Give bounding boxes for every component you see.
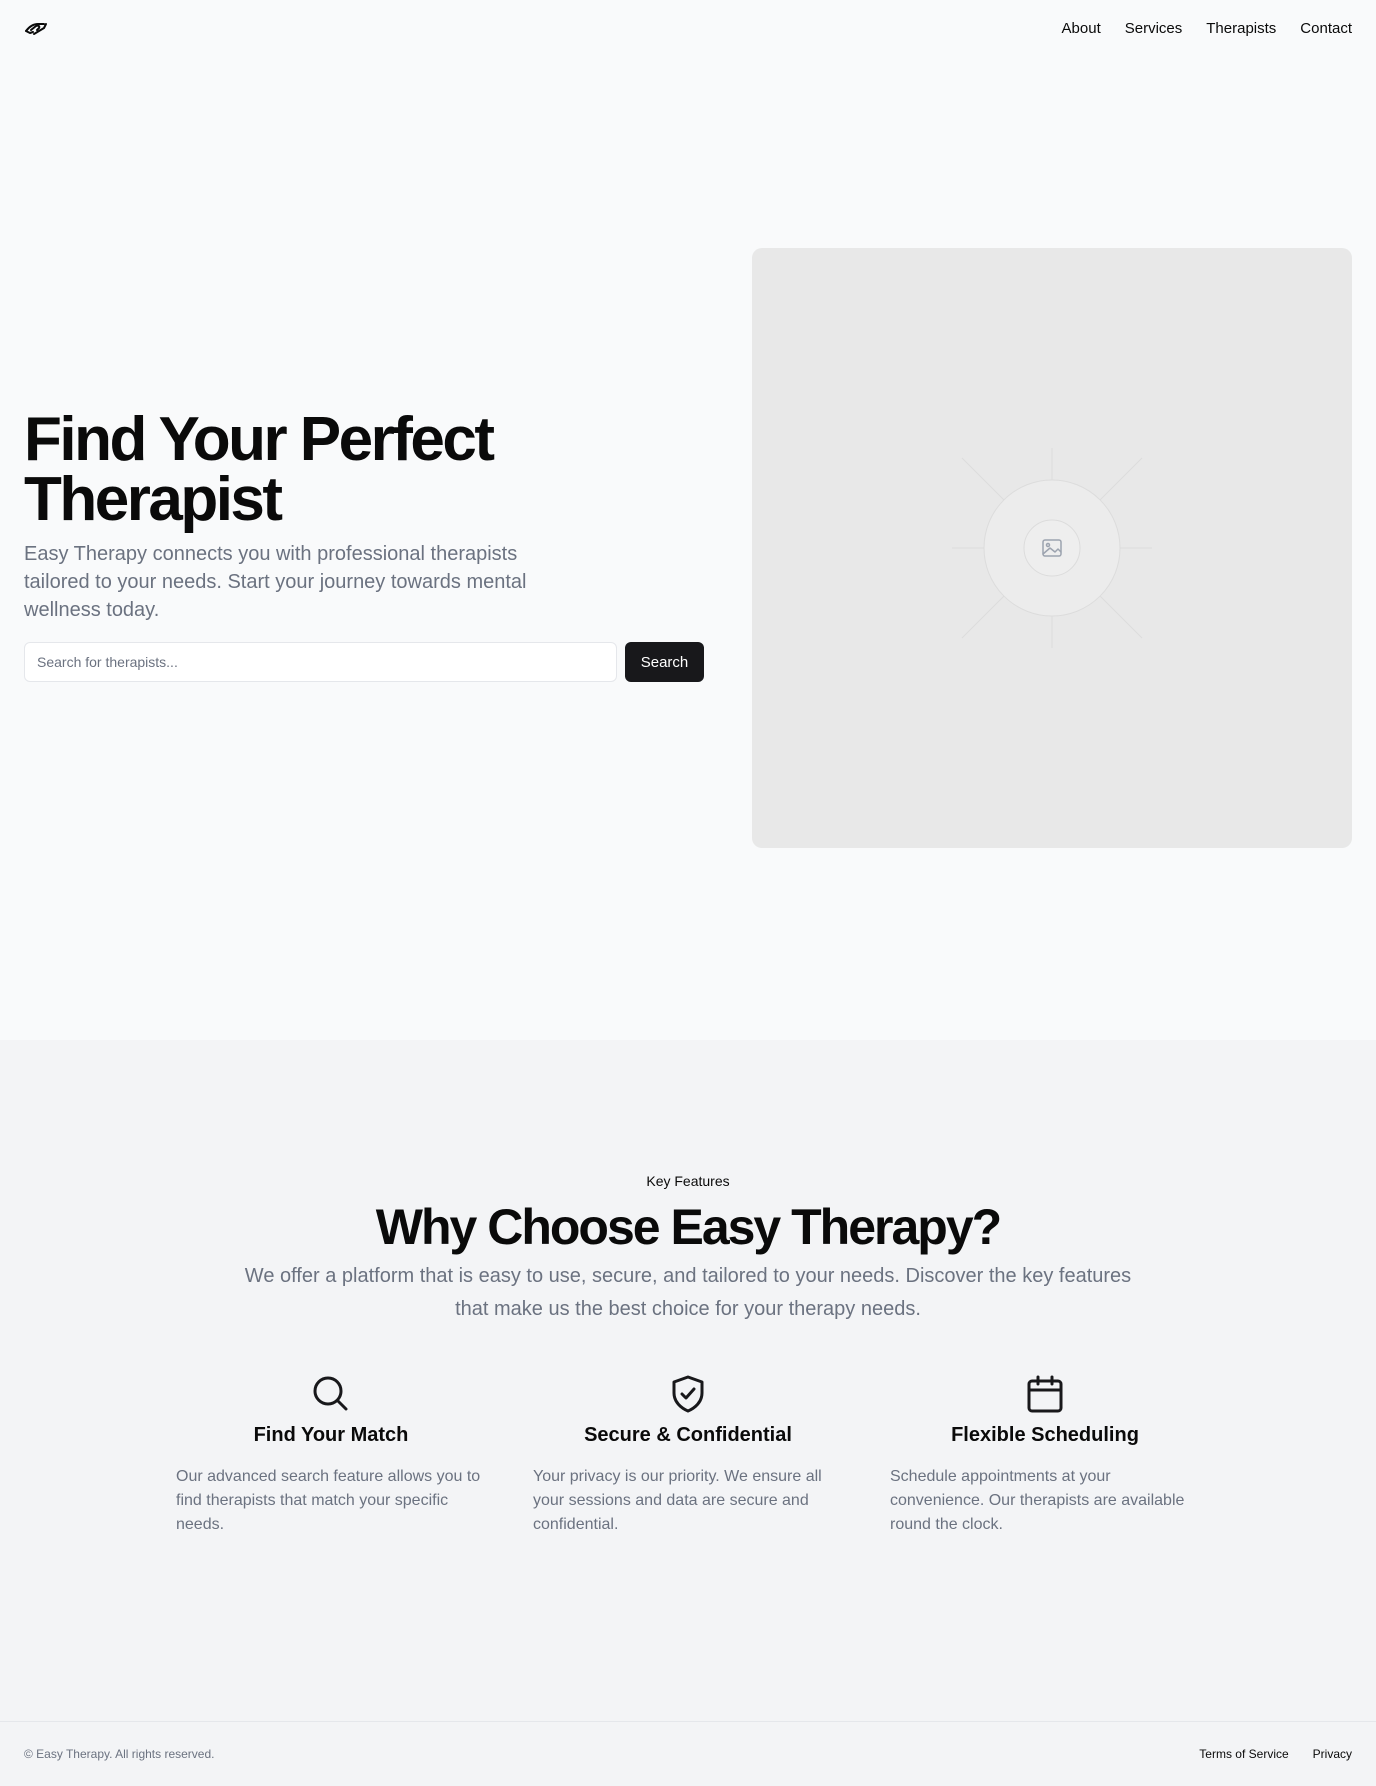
shield-check-icon bbox=[672, 1375, 704, 1413]
footer-nav: Terms of Service Privacy bbox=[1199, 1747, 1352, 1761]
copyright-text: © Easy Therapy. All rights reserved. bbox=[24, 1747, 215, 1761]
features-kicker: Key Features bbox=[646, 1173, 730, 1189]
search-icon bbox=[313, 1376, 348, 1411]
search-button[interactable]: Search bbox=[625, 642, 704, 682]
hero-title: Find Your Perfect Therapist bbox=[24, 405, 495, 534]
calendar-icon bbox=[1027, 1375, 1063, 1413]
feature-description: Your privacy is our priority. We ensure … bbox=[533, 1468, 822, 1533]
feature-flexible-scheduling: Flexible Scheduling Schedule appointment… bbox=[890, 1374, 1200, 1537]
hero-description: Easy Therapy connects you with professio… bbox=[24, 543, 527, 621]
feature-title: Secure & Confidential bbox=[584, 1424, 792, 1446]
nav-contact[interactable]: Contact bbox=[1300, 20, 1352, 37]
features-description: We offer a platform that is easy to use,… bbox=[244, 1265, 1132, 1320]
feature-title: Find Your Match bbox=[253, 1424, 409, 1446]
terms-link[interactable]: Terms of Service bbox=[1199, 1747, 1288, 1761]
site-footer: © Easy Therapy. All rights reserved. Ter… bbox=[0, 1721, 1376, 1786]
feature-find-your-match: Find Your Match Our advanced search feat… bbox=[176, 1374, 486, 1537]
search-form: Search bbox=[24, 642, 704, 682]
nav-therapists[interactable]: Therapists bbox=[1206, 20, 1276, 37]
nav-about[interactable]: About bbox=[1062, 20, 1101, 37]
feature-secure-confidential: Secure & Confidential Your privacy is ou… bbox=[533, 1374, 843, 1537]
features-section: Key Features Why Choose Easy Therapy? We… bbox=[0, 1040, 1376, 1721]
privacy-link[interactable]: Privacy bbox=[1313, 1747, 1352, 1761]
handshake-icon[interactable] bbox=[24, 18, 50, 38]
feature-description: Schedule appointments at your convenienc… bbox=[890, 1468, 1185, 1533]
features-title: Why Choose Easy Therapy? bbox=[375, 1199, 1002, 1255]
image-placeholder-icon bbox=[952, 448, 1152, 648]
search-input[interactable] bbox=[24, 642, 617, 682]
main-nav: About Services Therapists Contact bbox=[1062, 20, 1352, 37]
hero-image bbox=[752, 248, 1352, 848]
feature-description: Our advanced search feature allows you t… bbox=[176, 1468, 481, 1533]
nav-services[interactable]: Services bbox=[1125, 20, 1183, 37]
hero-section: Find Your Perfect Therapist Easy Therapy… bbox=[24, 405, 704, 682]
feature-title: Flexible Scheduling bbox=[951, 1424, 1139, 1446]
site-header: About Services Therapists Contact bbox=[0, 0, 1376, 56]
